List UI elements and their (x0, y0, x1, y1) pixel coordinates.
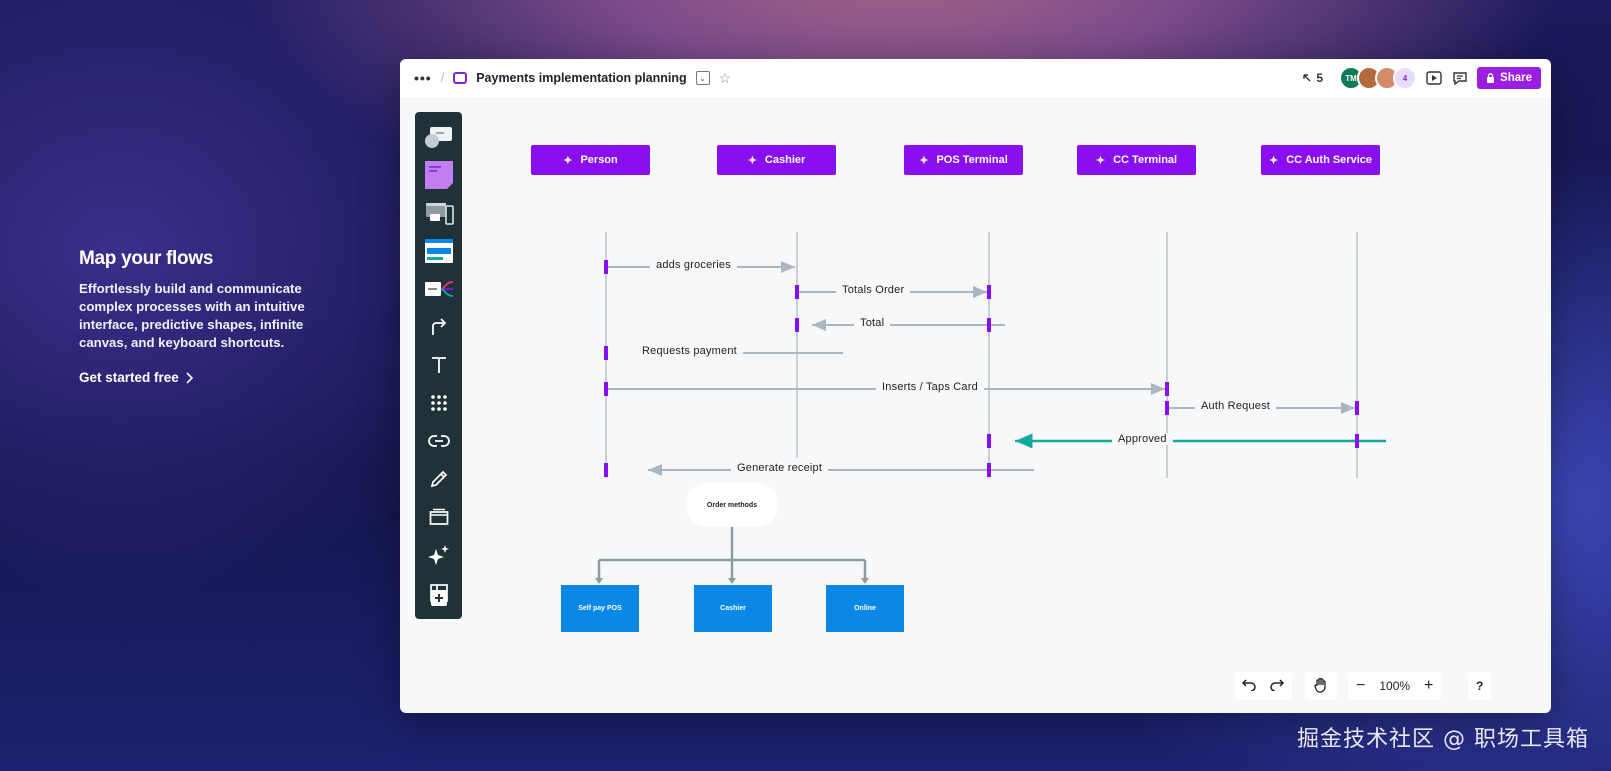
lifeline-person[interactable]: ✦ Person (531, 145, 650, 175)
message-label[interactable]: Inserts / Taps Card (876, 381, 984, 393)
sparkle-icon: ✦ (1095, 154, 1106, 167)
lifeline-cc-terminal[interactable]: ✦ CC Terminal (1077, 145, 1196, 175)
lifeline-label: POS Terminal (936, 154, 1008, 166)
sparkle-icon: ✦ (1268, 154, 1279, 167)
board-icon (453, 72, 468, 84)
get-started-link[interactable]: Get started free (79, 370, 339, 385)
comment-icon[interactable] (1451, 69, 1469, 87)
board-canvas[interactable]: ✦ Person ✦ Cashier ✦ POS Terminal ✦ CC T… (400, 97, 1551, 713)
tree-node[interactable]: Cashier (694, 585, 772, 632)
undo-icon[interactable] (1241, 678, 1256, 694)
star-icon[interactable]: ☆ (719, 70, 732, 87)
lifeline-label: Person (580, 154, 618, 166)
help-wrapper: ? (1468, 672, 1492, 700)
hand-tool-wrapper (1305, 672, 1337, 700)
extra-collaborators-badge[interactable]: 4 (1393, 66, 1418, 90)
lifeline-pos-terminal[interactable]: ✦ POS Terminal (904, 145, 1023, 175)
history-controls (1234, 672, 1292, 700)
collaborator-cursor-indicator[interactable]: 5 (1302, 71, 1323, 85)
zoom-out-icon[interactable]: − (1356, 677, 1365, 695)
message-label[interactable]: Total (854, 317, 891, 329)
sparkle-icon: ✦ (747, 154, 757, 167)
sparkle-icon: ✦ (563, 154, 573, 167)
lifeline-label: CC Auth Service (1286, 154, 1372, 166)
lifeline-label: CC Terminal (1113, 154, 1178, 166)
share-button[interactable]: Share (1477, 67, 1541, 89)
order-methods-node[interactable]: Order methods (686, 483, 778, 527)
tree-node[interactable]: Self pay POS (561, 585, 639, 632)
tree-node[interactable]: Online (826, 585, 904, 632)
sparkle-icon: ✦ (919, 154, 929, 167)
zoom-level[interactable]: 100% (1379, 679, 1410, 693)
zoom-in-icon[interactable]: + (1424, 677, 1433, 695)
hand-icon[interactable] (1313, 677, 1329, 696)
collaborator-avatars[interactable]: TM 4 (1339, 66, 1418, 90)
chevron-right-icon (186, 371, 193, 384)
message-label[interactable]: adds groceries (650, 259, 737, 271)
hero-description: Effortlessly build and communicate compl… (79, 281, 305, 350)
cursor-count: 5 (1316, 71, 1324, 85)
message-label[interactable]: Requests payment (636, 345, 743, 357)
share-label: Share (1500, 72, 1532, 84)
lock-icon (1487, 73, 1495, 83)
hero-section: Map your flows Effortlessly build and co… (79, 248, 339, 385)
present-icon[interactable] (1425, 69, 1443, 87)
message-label[interactable]: Auth Request (1195, 400, 1277, 412)
cursor-arrow-icon (1303, 74, 1311, 82)
message-label[interactable]: Generate receipt (731, 462, 829, 474)
breadcrumb-separator: / (440, 71, 445, 85)
message-label[interactable]: Approved (1112, 433, 1173, 445)
watermark-text: 掘金技术社区 @ 职场工具箱 (1297, 727, 1589, 752)
board-dropdown-icon[interactable]: ⌄ (695, 71, 710, 85)
lifeline-cc-auth-service[interactable]: ✦ CC Auth Service (1261, 145, 1380, 175)
app-window: ••• / Payments implementation planning ⌄… (400, 59, 1551, 713)
get-started-label: Get started free (79, 370, 179, 385)
board-title[interactable]: Payments implementation planning (476, 71, 686, 85)
hero-title: Map your flows (79, 248, 214, 269)
lifeline-cashier[interactable]: ✦ Cashier (717, 145, 836, 175)
more-dots-icon[interactable]: ••• (414, 70, 432, 86)
top-bar: ••• / Payments implementation planning ⌄… (400, 59, 1551, 97)
zoom-controls: − 100% + (1348, 672, 1442, 700)
message-label[interactable]: Totals Order (836, 284, 911, 296)
lifeline-label: Cashier (764, 154, 806, 166)
redo-icon[interactable] (1270, 678, 1285, 694)
help-button[interactable]: ? (1476, 679, 1483, 693)
